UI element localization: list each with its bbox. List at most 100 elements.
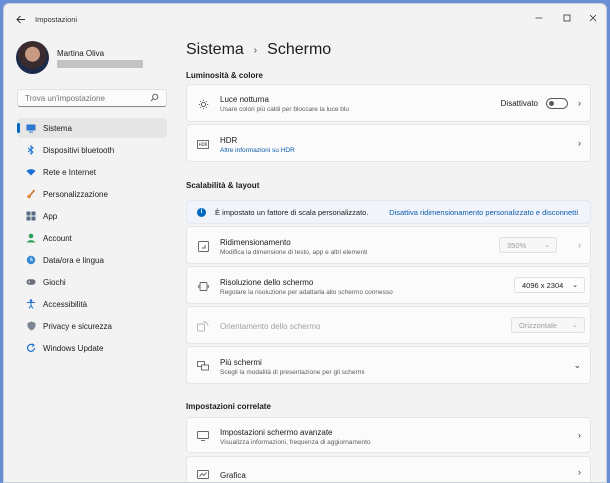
- scale-dropdown[interactable]: 350% ⌄: [499, 237, 557, 253]
- svg-text:HDR: HDR: [199, 142, 208, 147]
- resolution-card: Risoluzione dello schermo Regolare la ri…: [186, 266, 591, 304]
- sidebar-item-apps[interactable]: App: [17, 206, 167, 226]
- resolution-subtitle: Regolare la risoluzione per adattarla al…: [220, 289, 393, 296]
- section-title-brightness: Luminosità & colore: [186, 71, 263, 80]
- graphics-card[interactable]: Grafica ›: [186, 456, 591, 482]
- minimize-button[interactable]: [530, 11, 548, 25]
- info-icon: i: [197, 207, 206, 217]
- chevron-right-icon: ›: [253, 44, 258, 56]
- chevron-down-icon: ⌄: [572, 322, 578, 329]
- scale-value: 350%: [507, 240, 527, 250]
- person-icon: [26, 233, 36, 243]
- sidebar-item-label: Dispositivi bluetooth: [43, 145, 115, 155]
- sidebar-item-label: Personalizzazione: [43, 189, 108, 199]
- orientation-dropdown[interactable]: Orizzontale ⌄: [511, 317, 585, 333]
- sidebar-item-privacy[interactable]: Privacy e sicurezza: [17, 316, 167, 336]
- night-light-toggle[interactable]: [546, 97, 568, 109]
- night-light-card[interactable]: Luce notturna Usare colori più caldi per…: [186, 84, 591, 122]
- scale-subtitle: Modifica la dimensione di testo, app e a…: [220, 249, 368, 256]
- accessibility-icon: [26, 299, 36, 309]
- sidebar-item-windows-update[interactable]: Windows Update: [17, 338, 167, 358]
- multiple-displays-icon: [197, 360, 209, 372]
- breadcrumb-parent[interactable]: Sistema: [186, 41, 244, 59]
- resolution-title: Risoluzione dello schermo: [220, 278, 314, 287]
- app-title: Impostazioni: [35, 15, 78, 24]
- graphics-title: Grafica: [220, 471, 246, 480]
- search-input[interactable]: [25, 93, 145, 103]
- bluetooth-icon: [26, 145, 36, 155]
- gamepad-icon: [26, 277, 36, 287]
- orientation-title: Orientamento dello schermo: [220, 322, 321, 331]
- arrow-left-icon: [16, 15, 25, 23]
- section-title-related: Impostazioni correlate: [186, 402, 271, 411]
- brush-icon: [26, 189, 36, 199]
- avatar: [16, 41, 49, 74]
- brightness-icon: [197, 98, 209, 110]
- resolution-icon: [197, 280, 209, 292]
- user-profile[interactable]: Martina Oliva: [16, 41, 176, 77]
- hdr-icon: HDR: [197, 138, 209, 150]
- chevron-right-icon: ›: [578, 430, 581, 440]
- sidebar-item-label: Data/ora e lingua: [43, 255, 104, 265]
- hdr-card[interactable]: HDR HDR Altre informazioni su HDR ›: [186, 124, 591, 162]
- chevron-down-icon[interactable]: ⌄: [573, 360, 581, 371]
- user-email-redacted: [57, 60, 143, 68]
- disable-custom-scale-link[interactable]: Disattiva ridimensionamento personalizza…: [389, 208, 578, 217]
- close-icon: [589, 14, 597, 22]
- page-title: Schermo: [267, 41, 332, 58]
- scale-title: Ridimensionamento: [220, 238, 291, 247]
- sidebar-item-label: App: [43, 211, 58, 221]
- sidebar-item-label: Windows Update: [43, 343, 104, 353]
- night-light-subtitle: Usare colori più caldi per bloccare la l…: [220, 106, 349, 113]
- close-button[interactable]: [584, 11, 602, 25]
- wifi-icon: [26, 167, 36, 177]
- sidebar-item-label: Sistema: [43, 123, 72, 133]
- sidebar-item-sistema[interactable]: Sistema: [17, 118, 167, 138]
- resolution-dropdown[interactable]: 4096 x 2304 ⌄: [514, 277, 585, 293]
- sidebar-item-label: Rete e Internet: [43, 167, 96, 177]
- shield-icon: [26, 321, 36, 331]
- night-light-status: Disattivato: [500, 98, 538, 108]
- hdr-info-link[interactable]: Altre informazioni su HDR: [220, 147, 295, 154]
- chevron-down-icon: ⌄: [544, 242, 550, 249]
- night-light-title: Luce notturna: [220, 95, 269, 104]
- advanced-display-card[interactable]: Impostazioni schermo avanzate Visualizza…: [186, 417, 591, 453]
- chevron-right-icon[interactable]: ›: [578, 240, 581, 250]
- chevron-right-icon: ›: [578, 138, 581, 148]
- chevron-right-icon: ›: [578, 98, 581, 108]
- sidebar-item-bluetooth[interactable]: Dispositivi bluetooth: [17, 140, 167, 160]
- resolution-value: 4096 x 2304: [522, 280, 564, 290]
- chevron-down-icon: ⌄: [572, 282, 578, 289]
- hdr-title: HDR: [220, 136, 238, 145]
- sidebar-item-gaming[interactable]: Giochi: [17, 272, 167, 292]
- custom-scale-message: È impostato un fattore di scala personal…: [215, 207, 369, 217]
- sidebar-item-account[interactable]: Account: [17, 228, 167, 248]
- display-icon: [26, 123, 36, 133]
- search-box[interactable]: [17, 89, 167, 107]
- chevron-right-icon: ›: [578, 467, 581, 477]
- sidebar-nav: Sistema Dispositivi bluetooth Rete e Int…: [17, 118, 167, 360]
- settings-window: Impostazioni Martina Oliva Sistema Dispo…: [3, 3, 607, 483]
- sidebar-item-time-language[interactable]: Data/ora e lingua: [17, 250, 167, 270]
- sidebar-item-label: Privacy e sicurezza: [43, 321, 112, 331]
- advanced-display-subtitle: Visualizza informazioni, frequenza di ag…: [220, 439, 371, 446]
- multiple-displays-subtitle: Scegli la modalità di presentazione per …: [220, 369, 365, 376]
- scale-card: Ridimensionamento Modifica la dimensione…: [186, 226, 591, 264]
- custom-scale-infobar: i È impostato un fattore di scala person…: [186, 200, 591, 224]
- sidebar-item-accessibility[interactable]: Accessibilità: [17, 294, 167, 314]
- multiple-displays-title: Più schermi: [220, 358, 262, 367]
- sidebar-item-personalization[interactable]: Personalizzazione: [17, 184, 167, 204]
- back-button[interactable]: [14, 13, 28, 25]
- section-title-scale: Scalabilità & layout: [186, 181, 260, 190]
- title-bar: Impostazioni: [4, 4, 606, 34]
- breadcrumb: Sistema › Schermo: [186, 41, 331, 59]
- graphics-icon: [197, 469, 209, 481]
- sidebar-item-label: Account: [43, 233, 72, 243]
- globe-clock-icon: [26, 255, 36, 265]
- sidebar-item-network[interactable]: Rete e Internet: [17, 162, 167, 182]
- maximize-button[interactable]: [558, 11, 576, 25]
- search-icon[interactable]: [150, 93, 159, 104]
- maximize-icon: [563, 14, 571, 22]
- multiple-displays-card[interactable]: Più schermi Scegli la modalità di presen…: [186, 346, 591, 384]
- sidebar-item-label: Giochi: [43, 277, 66, 287]
